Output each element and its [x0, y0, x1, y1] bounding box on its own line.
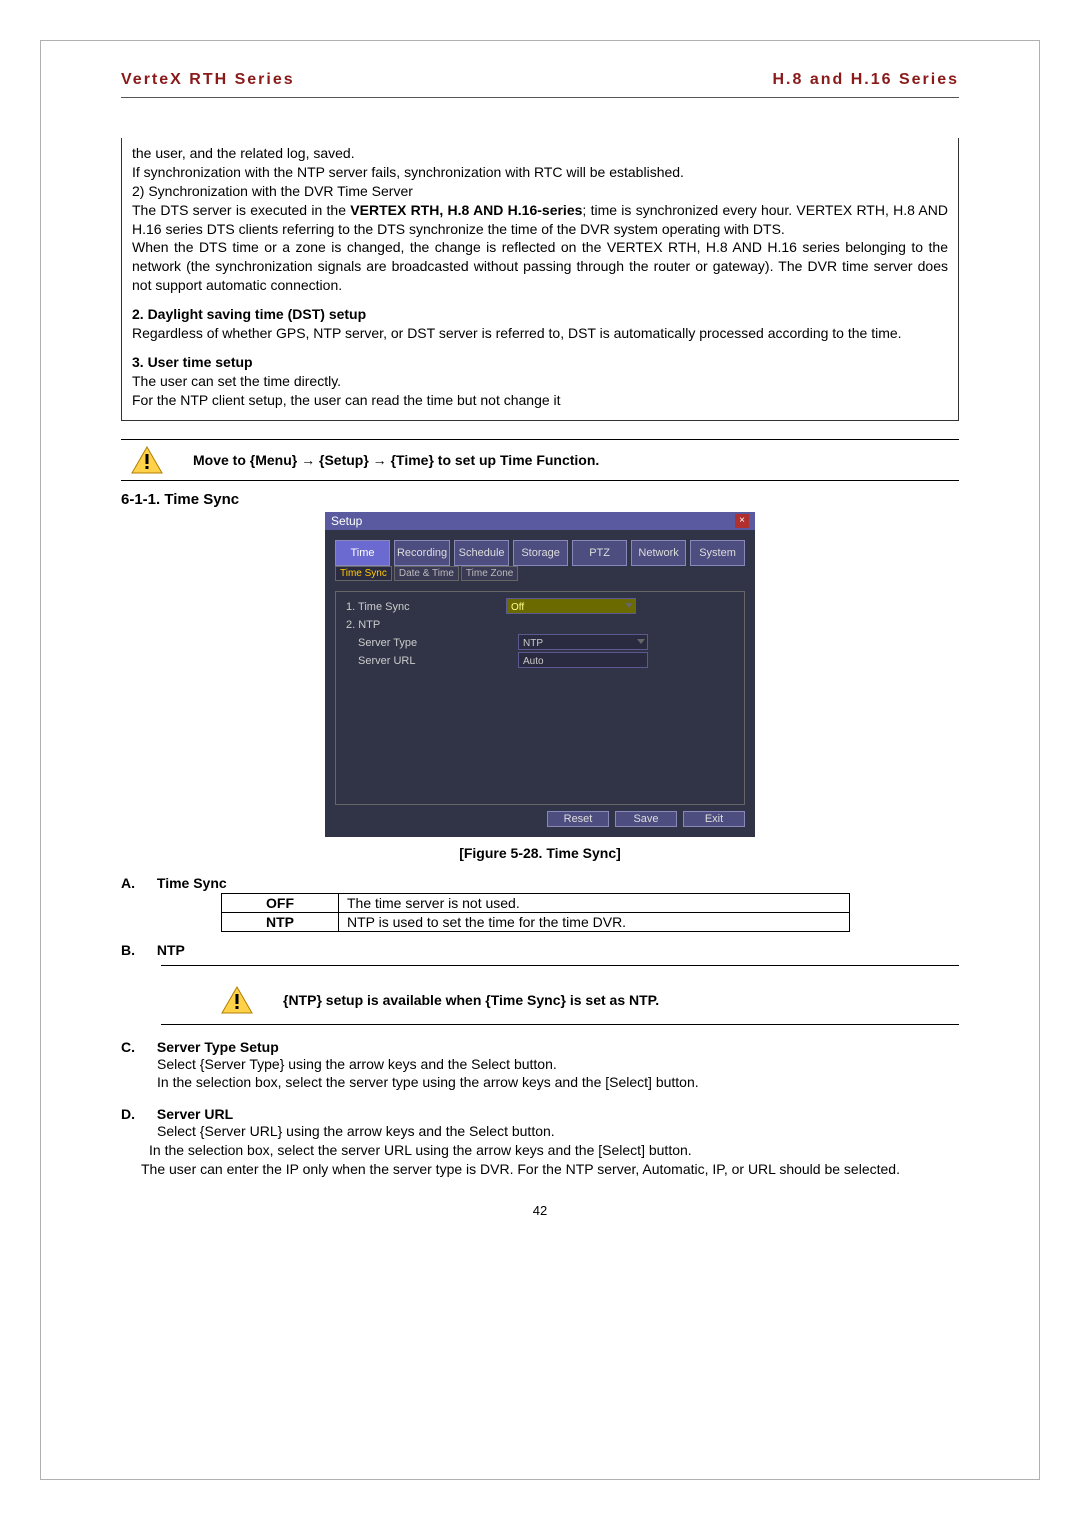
dialog-titlebar: Setup × — [325, 512, 755, 530]
subtab-datetime[interactable]: Date & Time — [394, 566, 459, 581]
page-frame: VerteX RTH Series H.8 and H.16 Series th… — [40, 40, 1040, 1480]
heading-text: NTP — [157, 942, 185, 958]
sub-tabs: Time Sync Date & Time Time Zone — [335, 566, 745, 581]
close-icon[interactable]: × — [735, 514, 749, 528]
dialog-title: Setup — [331, 514, 362, 528]
box-line: For the NTP client setup, the user can r… — [132, 391, 948, 410]
sub-heading-d: D. Server URL — [121, 1106, 959, 1122]
row-ntp: 2. NTP — [342, 616, 738, 634]
box-heading: 2. Daylight saving time (DST) setup — [132, 305, 948, 324]
timesync-table: OFF The time server is not used. NTP NTP… — [221, 893, 850, 932]
body-text: Select {Server Type} using the arrow key… — [157, 1055, 959, 1074]
box-line: 2) Synchronization with the DVR Time Ser… — [132, 182, 948, 201]
bold-text: VERTEX RTH, H.8 AND H.16-series — [350, 202, 582, 218]
field-timesync[interactable]: Off — [506, 598, 636, 614]
callout-text: {NTP} setup is available when {Time Sync… — [283, 992, 659, 1008]
heading-text: Server Type Setup — [157, 1039, 279, 1055]
tab-network[interactable]: Network — [631, 540, 686, 566]
box-heading: 3. User time setup — [132, 353, 948, 372]
main-tabs: Time Recording Schedule Storage PTZ Netw… — [335, 540, 745, 566]
reset-button[interactable]: Reset — [547, 811, 609, 827]
table-row: NTP NTP is used to set the time for the … — [222, 912, 850, 931]
save-button[interactable]: Save — [615, 811, 677, 827]
tab-recording[interactable]: Recording — [394, 540, 450, 566]
label: 1. Time Sync — [342, 598, 506, 616]
sub-heading-b: B. NTP — [121, 942, 959, 958]
field-serverurl[interactable]: Auto — [518, 652, 648, 668]
tab-ptz[interactable]: PTZ — [572, 540, 627, 566]
box-line: If synchronization with the NTP server f… — [132, 163, 948, 182]
exit-button[interactable]: Exit — [683, 811, 745, 827]
row-serverurl: Server URL Auto — [342, 652, 738, 670]
box-line: The user can set the time directly. — [132, 372, 948, 391]
section-heading: 6-1-1. Time Sync — [121, 491, 959, 508]
callout-warning: Move to {Menu} → {Setup} → {Time} to set… — [121, 439, 959, 481]
page-number: 42 — [121, 1203, 959, 1218]
table-row: OFF The time server is not used. — [222, 893, 850, 912]
field-servertype[interactable]: NTP — [518, 634, 648, 650]
continued-text-box: the user, and the related log, saved. If… — [121, 138, 959, 421]
body-text: In the selection box, select the server … — [149, 1141, 959, 1160]
figure-caption: [Figure 5-28. Time Sync] — [121, 845, 959, 861]
cell-key: NTP — [222, 912, 339, 931]
letter: B. — [121, 942, 153, 958]
letter: A. — [121, 875, 153, 891]
header-right: H.8 and H.16 Series — [772, 71, 959, 89]
dialog-buttons: Reset Save Exit — [335, 811, 745, 827]
warning-icon — [221, 986, 253, 1014]
subtab-timezone[interactable]: Time Zone — [461, 566, 518, 581]
box-line: Regardless of whether GPS, NTP server, o… — [132, 324, 948, 343]
cell-val: The time server is not used. — [339, 893, 850, 912]
box-line: When the DTS time or a zone is changed, … — [132, 238, 948, 295]
box-line: the user, and the related log, saved. — [132, 144, 948, 163]
tab-storage[interactable]: Storage — [513, 540, 568, 566]
row-timesync: 1. Time Sync Off — [342, 598, 738, 616]
sub-heading-c: C. Server Type Setup — [121, 1039, 959, 1055]
callout-warning: {NTP} setup is available when {Time Sync… — [211, 984, 959, 1016]
label: Server URL — [342, 652, 518, 670]
dialog-body: Time Recording Schedule Storage PTZ Netw… — [325, 530, 755, 837]
body-text: The user can enter the IP only when the … — [141, 1160, 959, 1179]
label: Server Type — [342, 634, 518, 652]
page-header: VerteX RTH Series H.8 and H.16 Series — [121, 71, 959, 98]
box-line: The DTS server is executed in the VERTEX… — [132, 201, 948, 239]
tab-system[interactable]: System — [690, 540, 745, 566]
label: 2. NTP — [342, 616, 506, 634]
cell-key: OFF — [222, 893, 339, 912]
letter: D. — [121, 1106, 153, 1122]
letter: C. — [121, 1039, 153, 1055]
header-left: VerteX RTH Series — [121, 71, 295, 89]
callout-text: Move to {Menu} → {Setup} → {Time} to set… — [193, 452, 599, 468]
heading-text: Server URL — [157, 1106, 233, 1122]
settings-panel: 1. Time Sync Off 2. NTP Server Type NTP … — [335, 591, 745, 805]
screenshot-setup-dialog: Setup × Time Recording Schedule Storage … — [325, 512, 755, 837]
heading-text: Time Sync — [157, 875, 227, 891]
row-servertype: Server Type NTP — [342, 634, 738, 652]
body-text: In the selection box, select the server … — [157, 1073, 959, 1092]
cell-val: NTP is used to set the time for the time… — [339, 912, 850, 931]
divider — [161, 1024, 959, 1025]
tab-time[interactable]: Time — [335, 540, 390, 566]
warning-icon — [131, 446, 163, 474]
body-text: Select {Server URL} using the arrow keys… — [157, 1122, 959, 1141]
page: VerteX RTH Series H.8 and H.16 Series th… — [0, 0, 1080, 1527]
subtab-timesync[interactable]: Time Sync — [335, 566, 392, 581]
tab-schedule[interactable]: Schedule — [454, 540, 509, 566]
text: The DTS server is executed in the — [132, 202, 350, 218]
divider — [161, 965, 959, 966]
sub-heading-a: A. Time Sync — [121, 875, 959, 891]
